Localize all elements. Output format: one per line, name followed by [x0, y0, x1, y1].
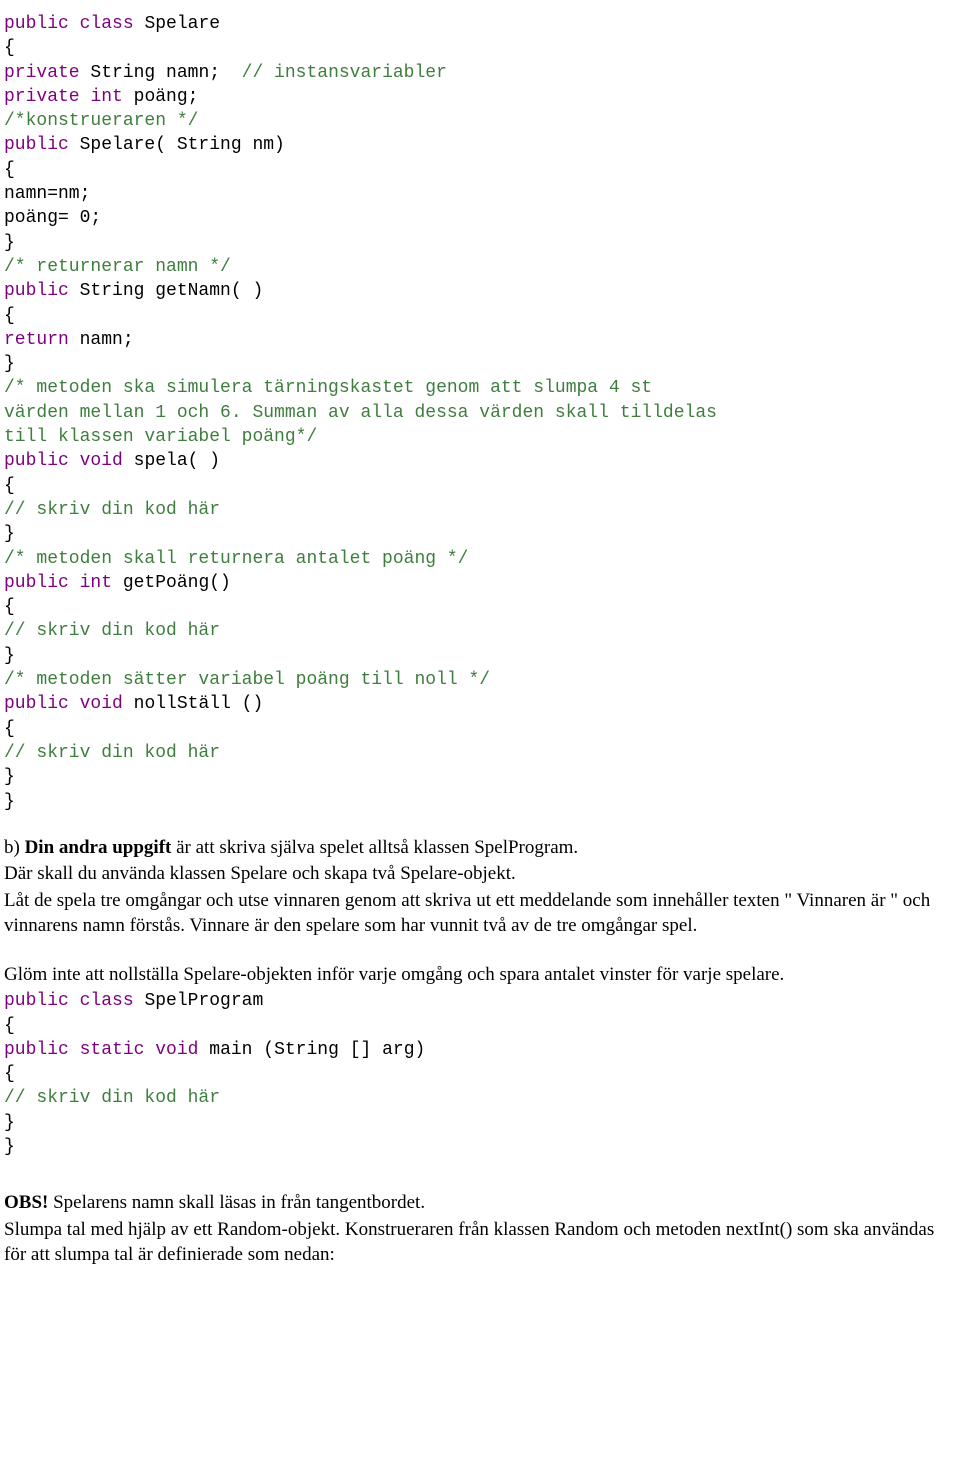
code-text: nollStäll (): [123, 694, 263, 714]
code-text: getPoäng(): [112, 573, 231, 593]
code-block-spelprogram: public class SpelProgram { public static…: [4, 989, 956, 1159]
keyword: void: [155, 1040, 198, 1060]
code-text: }: [4, 1137, 15, 1157]
code-block-spelare: public class Spelare { private String na…: [4, 12, 956, 814]
code-text: namn;: [69, 330, 134, 350]
paragraph-line: OBS! Spelarens namn skall läsas in från …: [4, 1191, 956, 1216]
code-text: }: [4, 767, 15, 787]
keyword: class: [80, 14, 134, 34]
comment: /*konstrueraren */: [4, 111, 198, 131]
code-text: namn=nm;: [4, 184, 90, 204]
code-text: {: [4, 476, 15, 496]
paragraph-line: Glöm inte att nollställa Spelare-objekte…: [4, 963, 956, 988]
code-text: {: [4, 1016, 15, 1036]
text: är att skriva själva spelet alltså klass…: [171, 837, 578, 858]
keyword: static: [80, 1040, 145, 1060]
code-text: {: [4, 306, 15, 326]
keyword: public: [4, 281, 69, 301]
code-text: poäng;: [123, 87, 199, 107]
comment: /* metoden skall returnera antalet poäng…: [4, 549, 468, 569]
keyword: void: [80, 694, 123, 714]
keyword: public: [4, 135, 69, 155]
code-text: poäng= 0;: [4, 208, 101, 228]
comment: // skriv din kod här: [4, 621, 220, 641]
paragraph-line: Slumpa tal med hjälp av ett Random-objek…: [4, 1218, 956, 1267]
code-text: main (String [] arg): [198, 1040, 425, 1060]
paragraph-note: Glöm inte att nollställa Spelare-objekte…: [4, 963, 956, 988]
code-text: }: [4, 524, 15, 544]
comment: // instansvariabler: [242, 63, 447, 83]
keyword: public: [4, 991, 69, 1011]
comment: /* returnerar namn */: [4, 257, 231, 277]
code-text: {: [4, 1064, 15, 1084]
comment: /* metoden ska simulera tärningskastet g…: [4, 378, 717, 447]
code-text: {: [4, 38, 15, 58]
keyword: int: [90, 87, 122, 107]
code-text: SpelProgram: [134, 991, 264, 1011]
keyword: public: [4, 694, 69, 714]
code-text: {: [4, 597, 15, 617]
code-text: {: [4, 719, 15, 739]
code-text: {: [4, 160, 15, 180]
spacer: [4, 1181, 956, 1191]
bold-text: Din andra uppgift: [25, 837, 172, 858]
code-text: String getNamn( ): [69, 281, 263, 301]
code-text: }: [4, 646, 15, 666]
code-text: Spelare: [134, 14, 220, 34]
paragraph-line: Där skall du använda klassen Spelare och…: [4, 862, 956, 887]
paragraph-b: b) Din andra uppgift är att skriva själv…: [4, 836, 956, 939]
paragraph-line: Låt de spela tre omgångar och utse vinna…: [4, 889, 956, 938]
keyword: public: [4, 1040, 69, 1060]
spacer: [4, 941, 956, 963]
comment: // skriv din kod här: [4, 1088, 220, 1108]
code-text: }: [4, 354, 15, 374]
code-text: spela( ): [123, 451, 220, 471]
comment: // skriv din kod här: [4, 743, 220, 763]
paragraph-line: b) Din andra uppgift är att skriva själv…: [4, 836, 956, 861]
spacer: [4, 1159, 956, 1181]
code-text: }: [4, 233, 15, 253]
comment: /* metoden sätter variabel poäng till no…: [4, 670, 490, 690]
text: b): [4, 837, 25, 858]
keyword: class: [80, 991, 134, 1011]
document-page: public class Spelare { private String na…: [0, 0, 960, 1289]
bold-text: OBS!: [4, 1192, 48, 1213]
code-text: Spelare( String nm): [69, 135, 285, 155]
spacer: [4, 814, 956, 836]
comment: // skriv din kod här: [4, 500, 220, 520]
keyword: int: [80, 573, 112, 593]
keyword: public: [4, 14, 69, 34]
keyword: public: [4, 573, 69, 593]
paragraph-obs: OBS! Spelarens namn skall läsas in från …: [4, 1191, 956, 1267]
keyword: return: [4, 330, 69, 350]
text: Spelarens namn skall läsas in från tange…: [48, 1192, 425, 1213]
keyword: void: [80, 451, 123, 471]
keyword: private: [4, 63, 80, 83]
code-text: }: [4, 792, 15, 812]
keyword: public: [4, 451, 69, 471]
code-text: }: [4, 1113, 15, 1133]
code-text: String namn;: [80, 63, 242, 83]
keyword: private: [4, 87, 80, 107]
